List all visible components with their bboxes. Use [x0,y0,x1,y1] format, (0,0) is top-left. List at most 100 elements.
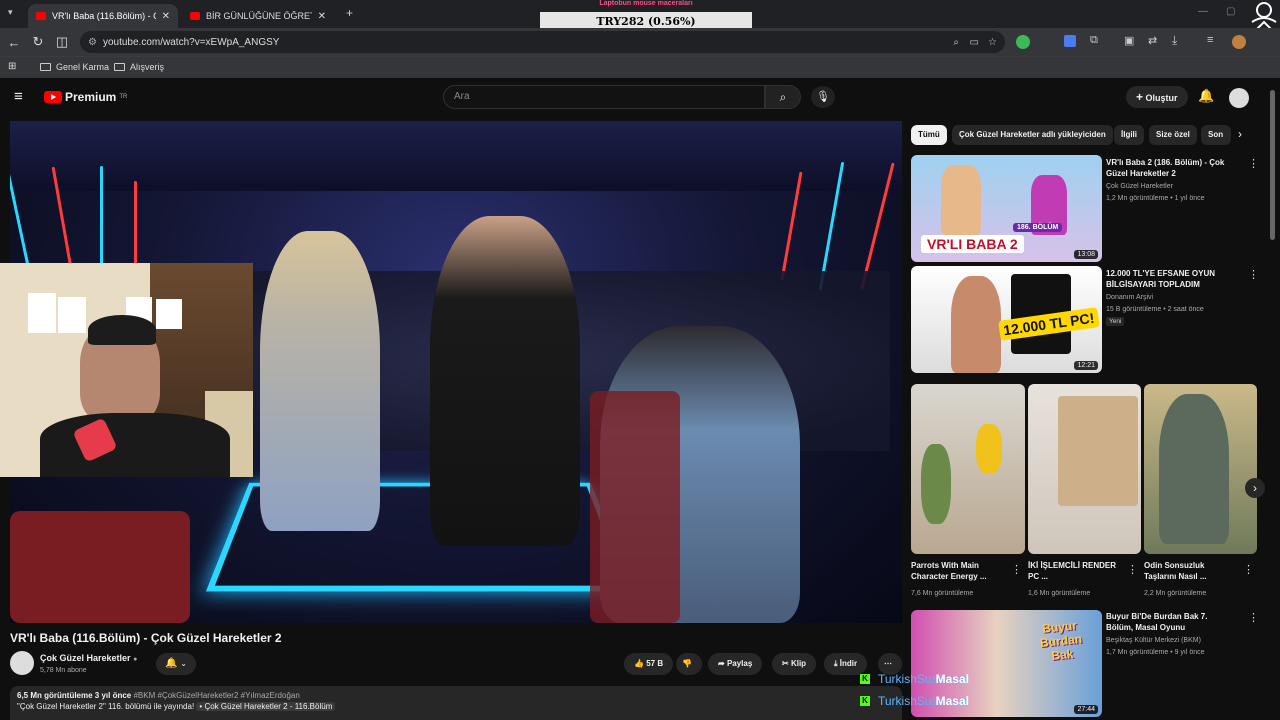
reader-icon[interactable]: ▣ [1124,34,1134,47]
extension-icon[interactable] [1016,35,1030,49]
shorts-next-arrow-icon[interactable]: › [1245,478,1265,498]
more-vertical-icon[interactable]: ⋮ [1243,563,1254,576]
rec-thumbnail[interactable]: 12.000 TL PC! 12:21 [911,266,1102,373]
search-button[interactable]: ⌕ [765,85,801,109]
short-thumbnail[interactable] [1028,384,1141,554]
search-icon: ⌕ [779,90,787,104]
share-button[interactable]: ➦ Paylaş [708,653,763,675]
red-seat [590,391,680,623]
new-tab-icon[interactable]: + [346,6,353,20]
language-icon[interactable]: ⇄ [1148,34,1157,47]
search-input[interactable]: Ara [443,85,765,109]
site-info-icon[interactable]: ⚙ [88,37,97,48]
logo-text: Premium [65,90,117,104]
translate-icon[interactable] [1064,35,1076,47]
folder-icon [114,63,125,71]
puzzle-icon[interactable]: ⧉ [1090,34,1098,47]
zoom-icon[interactable]: ⌕ [953,37,959,48]
subscription-bell-button[interactable]: 🔔 ⌄ [156,653,196,675]
thumb-title-text: VR'LI BABA 2 [921,235,1024,253]
short-thumbnail[interactable] [1144,384,1257,554]
create-label: Oluştur [1145,93,1178,103]
apps-grid-icon[interactable]: ⊞ [8,61,16,72]
bell-icon: 🔔 [165,658,178,669]
like-button[interactable]: 👍 57 B [624,653,674,675]
youtube-logo[interactable]: Premium TR [44,90,127,104]
page-scrollbar[interactable] [1270,90,1275,240]
hashtags[interactable]: #BKM #ÇokGüzelHareketler2 #YılmazErdoğan [133,691,299,700]
chip-from-uploader[interactable]: Çok Güzel Hareketler adlı yükleyiciden [952,125,1113,145]
more-vertical-icon[interactable]: ⋮ [1248,268,1259,281]
duration-badge: 27:44 [1074,705,1098,714]
chip-recent[interactable]: Son [1201,125,1231,145]
tab-video[interactable]: VR'lı Baba (116.Bölüm) - Çok Gü... ✕ [28,4,178,28]
account-avatar[interactable] [1229,88,1249,108]
microphone-icon: 🎙 [816,91,830,103]
more-vertical-icon[interactable]: ⋮ [1127,563,1138,576]
streamer-shirt [40,413,230,477]
channel-avatar[interactable] [10,651,34,675]
download-icon[interactable]: ⤓ [1172,33,1177,48]
hamburger-menu-icon[interactable]: ≡ [14,88,23,105]
country-badge: TR [119,94,128,100]
dislike-button[interactable]: 👎 [676,653,702,675]
address-bar-row: ← ↻ ◫ ⚙ youtube.com/watch?v=xEWpA_ANGSY … [0,28,1280,56]
bookmark-star-icon[interactable]: ☆ [988,37,997,48]
close-tab-icon[interactable]: ✕ [318,11,326,22]
tab-second[interactable]: BİR GÜNLÜĞÜNE ÖĞRETMEN O... ✕ [182,4,334,28]
reload-icon[interactable]: ↻ [26,34,50,50]
poster [58,297,86,333]
more-vertical-icon[interactable]: ⋮ [1248,157,1259,170]
thumb-parrot [976,424,1002,474]
bookmark-folder[interactable]: Genel Karma [40,62,109,72]
cast-icon[interactable]: ▭ [970,37,979,48]
back-icon[interactable]: ← [2,35,26,50]
rec-title[interactable]: VR'lı Baba 2 (186. Bölüm) - Çok Güzel Ha… [1106,157,1236,179]
description-link[interactable]: • Çok Güzel Hareketler 2 - 116.Bölüm [196,702,336,711]
new-badge: Yeni [1106,317,1125,326]
subscriber-count: 5,78 Mn abone [40,667,87,674]
chip-all[interactable]: Tümü [911,125,947,145]
notifications-bell-icon[interactable]: 🔔 [1198,88,1214,104]
rec-channel[interactable]: Çok Güzel Hareketler [1106,181,1173,192]
rec-channel[interactable]: Beşiktaş Kültür Merkezi (BKM) [1106,635,1201,646]
bookmark-folder[interactable]: Alışveriş [114,62,164,72]
voice-search-button[interactable]: 🎙 [811,86,835,108]
more-vertical-icon[interactable]: ⋮ [1011,563,1022,576]
close-tab-icon[interactable]: ✕ [162,11,170,22]
thumbs-down-icon: 👎 [682,659,692,668]
menu-lines-icon[interactable]: ≡ [1207,34,1213,46]
channel-name[interactable]: Çok Güzel Hareketler ● [40,653,137,663]
verified-icon: ● [133,656,138,663]
short-meta: 2,2 Mn görüntüleme [1144,590,1207,597]
duration-badge: 12:21 [1074,361,1098,370]
short-thumbnail[interactable] [911,384,1025,554]
rec-channel[interactable]: Donanım Arşivi [1106,292,1153,303]
clip-button[interactable]: ✂ Klip [772,653,817,675]
webcam-overlay [0,263,253,477]
sidebar-icon[interactable]: ◫ [50,34,74,50]
chip-related[interactable]: İlgili [1114,125,1144,145]
short-title[interactable]: Parrots With Main Character Energy ... [911,560,1005,582]
more-vertical-icon[interactable]: ⋮ [1248,611,1259,624]
bookmarks-bar: ⊞ Genel Karma Alışveriş [0,56,1280,78]
tab-search-icon[interactable]: ▾ [8,7,13,18]
chip-for-you[interactable]: Size özel [1149,125,1197,145]
short-title[interactable]: Odin Sonsuzluk Taşlarını Nasıl ... [1144,560,1238,582]
chevron-right-icon[interactable]: › [1238,127,1242,141]
description-box[interactable]: 6,5 Mn görüntüleme 3 yıl önce #BKM #ÇokG… [10,686,902,720]
create-button[interactable]: + Oluştur [1126,86,1188,108]
rec-title[interactable]: 12.000 TL'YE EFSANE OYUN BİLGİSAYARI TOP… [1106,268,1236,290]
short-title[interactable]: İKİ İŞLEMCİLİ RENDER PC ... [1028,560,1122,582]
omnibox[interactable]: ⚙ youtube.com/watch?v=xEWpA_ANGSY ⌕ ▭ ☆ [80,31,1005,53]
maximize-icon[interactable]: ▢ [1226,6,1235,17]
red-seat [10,511,190,623]
rec-thumbnail[interactable]: 186. BÖLÜM VR'LI BABA 2 13:08 [911,155,1102,262]
rec-meta: 1,7 Mn görüntüleme • 9 yıl önce [1106,649,1205,656]
minimize-icon[interactable]: — [1198,6,1208,17]
description-text: "Çok Güzel Hareketler 2" 116. bölümü ile… [17,702,195,711]
rec-title[interactable]: Buyur Bi'De Burdan Bak 7. Bölüm, Masal O… [1106,611,1236,633]
plus-icon: + [1136,90,1144,104]
profile-avatar[interactable] [1232,35,1246,49]
thumb-person [951,276,1001,373]
